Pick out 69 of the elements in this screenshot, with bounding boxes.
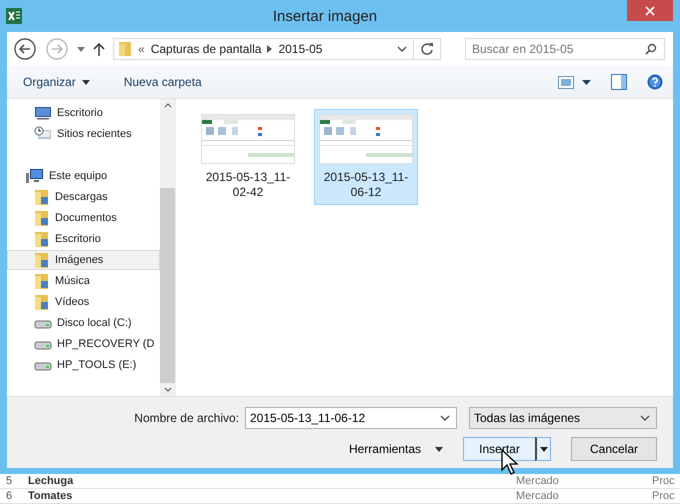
search-field[interactable]: Buscar en 2015-05 bbox=[465, 38, 665, 60]
monitor-icon bbox=[34, 106, 52, 120]
nav-item[interactable]: HP_TOOLS (E:) bbox=[7, 355, 160, 375]
nav-item[interactable]: Documentos bbox=[7, 208, 160, 228]
up-arrow-icon[interactable] bbox=[93, 42, 105, 56]
caret-icon bbox=[82, 80, 90, 84]
file-item[interactable]: 2015-05-13_11-06-12 bbox=[314, 109, 418, 205]
folder-icon bbox=[34, 188, 50, 206]
breadcrumb[interactable]: 2015-05 bbox=[278, 42, 322, 56]
preview-pane-icon[interactable] bbox=[611, 74, 627, 90]
row-number: 5 bbox=[5, 475, 14, 487]
nav-item[interactable]: HP_RECOVERY (D bbox=[7, 334, 160, 354]
folder-icon bbox=[34, 252, 50, 268]
folder-icon bbox=[34, 210, 50, 226]
table-cell-text: Mercado bbox=[516, 490, 560, 502]
dropdown-caret-icon[interactable] bbox=[582, 80, 591, 84]
nav-item[interactable]: Vídeos bbox=[7, 292, 160, 312]
folder-icon bbox=[34, 272, 50, 290]
spreadsheet-app-icon bbox=[5, 7, 23, 25]
table-cell-text: Lechuga bbox=[28, 475, 74, 487]
address-bar[interactable]: « Capturas de pantalla 2015-05 bbox=[113, 38, 441, 60]
chevron-down-icon bbox=[640, 415, 650, 421]
caret-icon bbox=[540, 446, 548, 452]
overflow-chevron[interactable]: « bbox=[138, 42, 145, 56]
recent-places-icon bbox=[34, 126, 52, 142]
folder-icon bbox=[118, 41, 132, 57]
nav-item[interactable]: Sitios recientes bbox=[7, 124, 160, 144]
table-cell-text: Mercado bbox=[516, 475, 560, 487]
insert-options-button[interactable] bbox=[535, 437, 551, 461]
nav-item[interactable]: Escritorio bbox=[7, 103, 160, 123]
organize-menu-button[interactable]: Organizar bbox=[17, 73, 96, 91]
search-icon bbox=[645, 43, 657, 55]
breadcrumb[interactable]: Capturas de pantalla bbox=[150, 42, 262, 56]
table-cell: Proc bbox=[652, 490, 675, 502]
nav-item[interactable]: Descargas bbox=[7, 187, 160, 207]
table-cell-text: Tomates bbox=[28, 490, 74, 502]
refresh-icon[interactable] bbox=[420, 42, 434, 56]
table-cell: Proc bbox=[652, 475, 675, 487]
insert-button[interactable]: Insertar bbox=[463, 437, 535, 461]
filename-label: Nombre de archivo: bbox=[134, 411, 239, 425]
scroll-up-icon[interactable] bbox=[164, 103, 172, 108]
computer-icon bbox=[26, 168, 44, 184]
view-icon[interactable] bbox=[558, 76, 574, 88]
cancel-button[interactable]: Cancelar bbox=[571, 437, 657, 461]
scrollbar[interactable] bbox=[160, 99, 175, 396]
filename-field[interactable]: 2015-05-13_11-06-12 bbox=[245, 407, 457, 429]
scroll-down-icon[interactable] bbox=[164, 387, 172, 392]
help-icon[interactable] bbox=[647, 74, 663, 90]
new-folder-button[interactable]: Nueva carpeta bbox=[118, 73, 208, 91]
file-item[interactable]: 2015-05-13_11-02-42 bbox=[196, 109, 300, 205]
nav-item[interactable]: Este equipo bbox=[7, 166, 160, 186]
tools-menu-button[interactable]: Herramientas bbox=[342, 441, 449, 457]
row-number: 6 bbox=[5, 490, 14, 502]
chevron-down-icon[interactable] bbox=[397, 46, 407, 52]
nav-item[interactable]: Imágenes bbox=[7, 250, 160, 270]
dropdown-caret-icon[interactable] bbox=[77, 46, 85, 52]
folder-icon bbox=[34, 294, 50, 310]
close-icon bbox=[645, 6, 655, 16]
nav-item[interactable]: Música bbox=[7, 271, 160, 291]
close-button[interactable] bbox=[627, 0, 673, 21]
file-type-dropdown[interactable]: Todas las imágenes bbox=[469, 407, 657, 429]
caret-icon bbox=[435, 446, 443, 452]
chevron-down-icon[interactable] bbox=[440, 415, 450, 421]
nav-item[interactable]: Disco local (C:) bbox=[7, 313, 160, 333]
back-icon[interactable] bbox=[13, 37, 37, 61]
breadcrumb-arrow-icon[interactable] bbox=[267, 45, 272, 53]
nav-item[interactable]: Escritorio bbox=[7, 229, 160, 249]
folder-icon bbox=[34, 230, 50, 248]
window-title: Insertar imagen bbox=[272, 8, 378, 24]
